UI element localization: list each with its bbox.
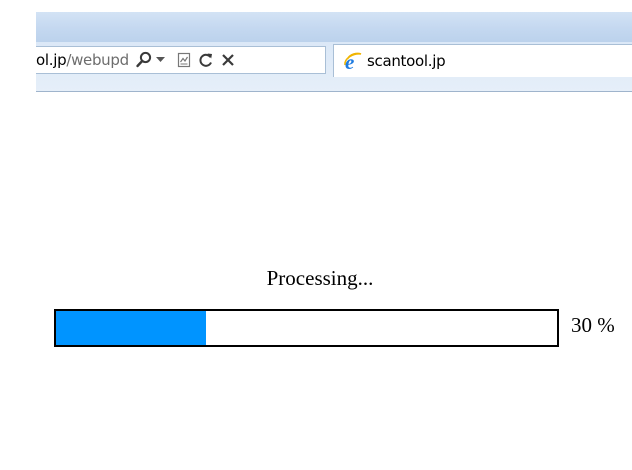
address-url[interactable]: ol.jp/webupd [36,51,129,69]
progress-fill [56,311,207,345]
toolbar-divider [36,91,632,92]
progress-percent-label: 30 % [571,313,615,337]
close-icon[interactable] [217,47,239,73]
page-edge [0,0,36,96]
chevron-down-icon[interactable] [155,47,167,73]
status-text: Processing... [266,266,374,290]
svg-text:e: e [345,50,354,72]
url-domain: ol.jp [36,51,67,69]
address-bar[interactable]: ol.jp/webupd [36,46,326,74]
url-path: /webupd [66,51,129,69]
search-icon[interactable] [133,47,155,73]
browser-tab[interactable]: e scantool.jp [333,44,632,77]
refresh-icon[interactable] [195,47,217,73]
compatibility-view-icon[interactable] [173,47,195,73]
tab-title: scantool.jp [367,52,446,70]
progress-bar [54,309,559,347]
ie-icon: e [344,50,362,72]
title-bar [36,12,632,42]
